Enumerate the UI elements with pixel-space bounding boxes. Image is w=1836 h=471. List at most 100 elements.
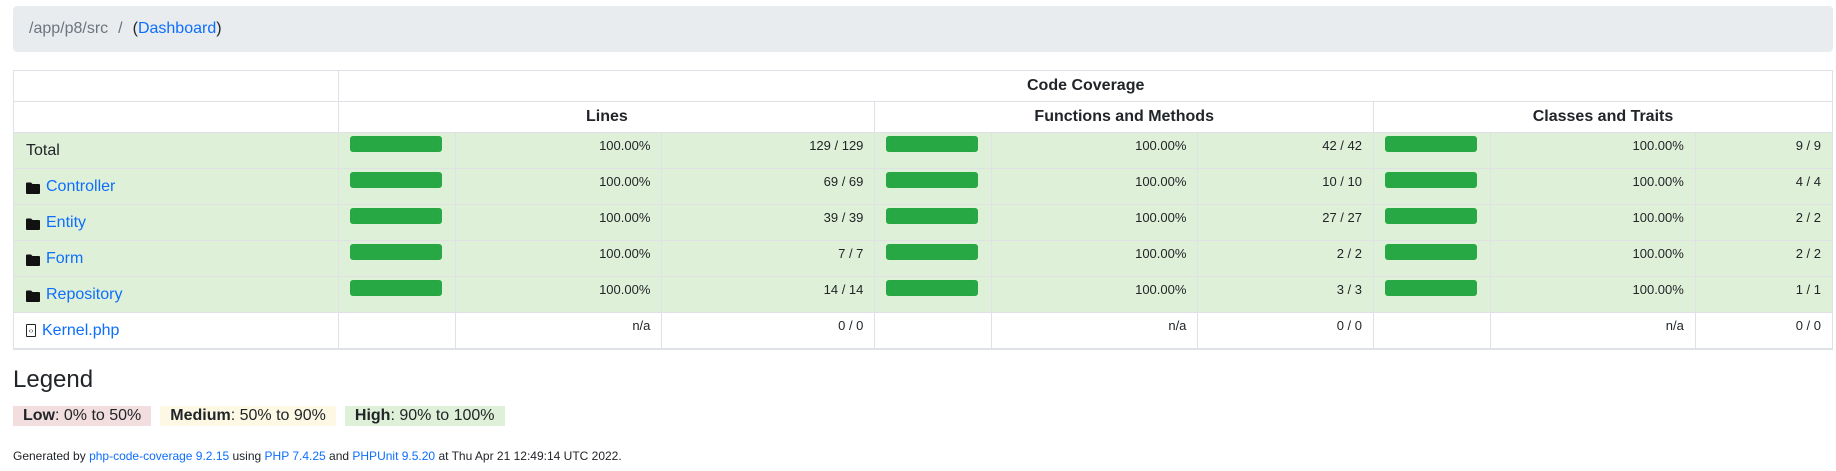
legend-low-label: Low: [23, 407, 55, 424]
lines-progress-cell: [338, 168, 457, 205]
divider: [13, 349, 1833, 350]
footer: Generated by php-code-coverage 9.2.15 us…: [13, 449, 622, 463]
lines-progress-cell: [338, 132, 457, 169]
classes-progress-cell: [1372, 240, 1492, 277]
classes-progress-cell: [1372, 312, 1492, 349]
lines-progress-cell: [338, 240, 457, 277]
breadcrumb-close-paren: ): [216, 20, 222, 37]
header-empty-2: [12, 101, 340, 133]
table-row: Controller 100.00% 69 / 69 100.00% 10 / 10 10…: [12, 168, 1834, 205]
row-name: Entity: [26, 214, 338, 232]
table-row: Form 100.00% 7 / 7 100.00% 2 / 2 100.00% 2 / 2: [12, 240, 1834, 277]
classes-ratio: 9 / 9: [1694, 132, 1834, 169]
funcs-progress-bar: [886, 208, 979, 224]
legend-title: Legend: [13, 366, 94, 393]
table-row: Repository 100.00% 14 / 14 100.00% 3 / 3 100.…: [12, 276, 1834, 313]
row-name-cell: Controller: [12, 168, 340, 205]
classes-ratio: 2 / 2: [1694, 240, 1834, 277]
funcs-progress-bar: [886, 136, 979, 152]
lines-ratio: 69 / 69: [661, 168, 876, 205]
classes-progress-bar: [1384, 136, 1477, 152]
footer-and: and: [325, 449, 353, 463]
legend: Low: 0% to 50% Medium: 50% to 90% High: …: [13, 406, 505, 426]
funcs-percent: 100.00%: [991, 204, 1199, 241]
folder-icon: [26, 217, 40, 230]
lines-progress-bar: [350, 136, 443, 152]
footer-using: using: [229, 449, 265, 463]
footer-php-link[interactable]: PHP 7.4.25: [265, 449, 326, 463]
row-name-cell: Total: [12, 132, 340, 169]
funcs-progress-cell: [874, 132, 993, 169]
funcs-percent: 100.00%: [991, 132, 1199, 169]
row-link[interactable]: Entity: [46, 214, 86, 232]
breadcrumb-separator: /: [118, 20, 123, 37]
footer-generated-by: Generated by: [13, 449, 90, 463]
classes-ratio: 4 / 4: [1694, 168, 1834, 205]
header-classes: Classes and Traits: [1372, 101, 1834, 133]
funcs-progress-cell: [874, 204, 993, 241]
row-link[interactable]: Repository: [46, 286, 122, 304]
lines-ratio: 0 / 0: [661, 312, 876, 349]
funcs-progress-bar: [886, 244, 979, 260]
row-name-cell: Form: [12, 240, 340, 277]
row-link: Total: [26, 141, 60, 159]
classes-progress-cell: [1372, 132, 1492, 169]
lines-progress-cell: [338, 276, 457, 313]
lines-progress-cell: [338, 312, 457, 349]
funcs-ratio: 3 / 3: [1197, 276, 1374, 313]
lines-percent: 100.00%: [455, 276, 663, 313]
lines-ratio: 39 / 39: [661, 204, 876, 241]
classes-percent: 100.00%: [1490, 276, 1696, 313]
lines-percent: 100.00%: [455, 204, 663, 241]
row-link[interactable]: Kernel.php: [42, 322, 119, 340]
legend-low-range: : 0% to 50%: [55, 407, 142, 424]
footer-at: at Thu Apr 21 12:49:14 UTC 2022.: [435, 449, 622, 463]
classes-progress-bar: [1384, 280, 1477, 296]
row-name: Total: [26, 142, 338, 160]
classes-ratio: 0 / 0: [1694, 312, 1834, 349]
lines-percent: n/a: [455, 312, 663, 349]
legend-medium-label: Medium: [170, 407, 231, 424]
row-link[interactable]: Controller: [46, 178, 115, 196]
breadcrumb-path: /app/p8/src: [29, 20, 109, 37]
lines-percent: 100.00%: [455, 240, 663, 277]
classes-progress-bar: [1384, 244, 1477, 260]
classes-percent: n/a: [1490, 312, 1696, 349]
funcs-percent: 100.00%: [991, 240, 1199, 277]
row-name-cell: ‹› Kernel.php: [12, 312, 340, 349]
lines-percent: 100.00%: [455, 132, 663, 169]
row-name-cell: Entity: [12, 204, 340, 241]
lines-ratio: 14 / 14: [661, 276, 876, 313]
footer-phpunit-link[interactable]: PHPUnit 9.5.20: [352, 449, 435, 463]
header-functions: Functions and Methods: [874, 101, 1374, 133]
coverage-body: Total 100.00% 129 / 129 100.00% 42 / 42 100.0…: [12, 132, 1834, 349]
funcs-ratio: 27 / 27: [1197, 204, 1374, 241]
lines-progress-bar: [350, 172, 443, 188]
folder-icon: [26, 181, 40, 194]
dashboard-link[interactable]: Dashboard: [138, 20, 216, 38]
funcs-progress-cell: [874, 168, 993, 205]
lines-progress-bar: [350, 244, 443, 260]
coverage-table: Code Coverage Lines Functions and Method…: [12, 70, 1834, 349]
row-name: Form: [26, 250, 338, 268]
classes-progress-bar: [1384, 208, 1477, 224]
legend-high: High: 90% to 100%: [344, 406, 505, 426]
table-row: ‹› Kernel.php n/a 0 / 0 n/a 0 / 0 n/a 0 / 0: [12, 312, 1834, 349]
funcs-progress-cell: [874, 240, 993, 277]
row-link[interactable]: Form: [46, 250, 83, 268]
lines-progress-bar: [350, 208, 443, 224]
classes-percent: 100.00%: [1490, 204, 1696, 241]
footer-tool-link[interactable]: php-code-coverage 9.2.15: [89, 449, 229, 463]
row-name: Controller: [26, 178, 338, 196]
row-name-cell: Repository: [12, 276, 340, 313]
classes-progress-cell: [1372, 168, 1492, 205]
header-empty: [12, 70, 340, 102]
lines-ratio: 7 / 7: [661, 240, 876, 277]
funcs-ratio: 2 / 2: [1197, 240, 1374, 277]
lines-progress-bar: [350, 280, 443, 296]
header-lines: Lines: [338, 101, 876, 133]
funcs-progress-cell: [874, 276, 993, 313]
row-name: Repository: [26, 286, 338, 304]
lines-progress-cell: [338, 204, 457, 241]
code-file-icon: ‹›: [26, 324, 36, 337]
